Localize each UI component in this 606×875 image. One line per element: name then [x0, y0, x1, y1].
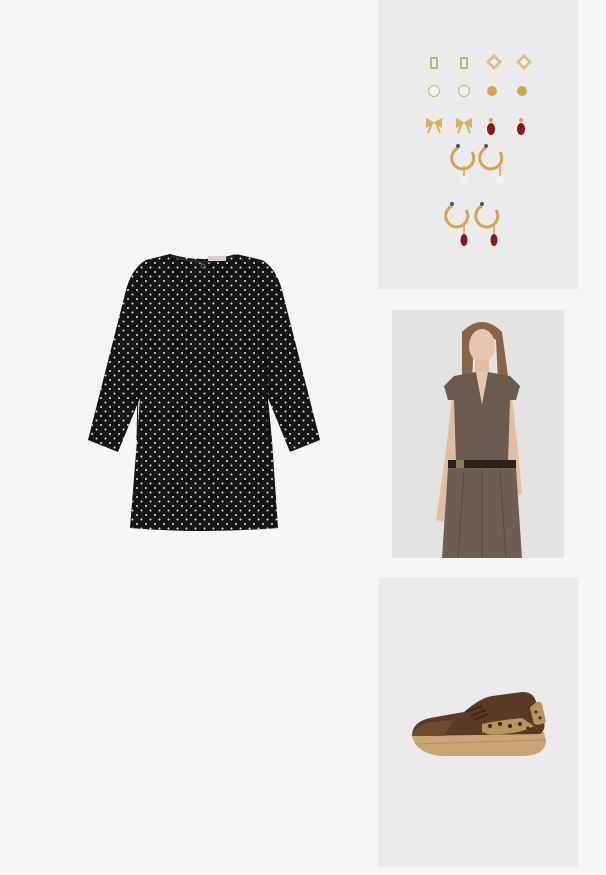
- sneaker-product-tile[interactable]: [378, 578, 578, 867]
- earring-set-product-tile[interactable]: [378, 0, 578, 289]
- brown-leopard-sneaker-image: [378, 578, 578, 867]
- brown-vest-trousers-outfit-image: [392, 310, 564, 558]
- earring-set-image: [378, 0, 578, 289]
- outfit-product-tile[interactable]: [392, 310, 564, 558]
- polka-dot-dress-image: [88, 254, 320, 531]
- dress-product-tile[interactable]: [0, 0, 378, 875]
